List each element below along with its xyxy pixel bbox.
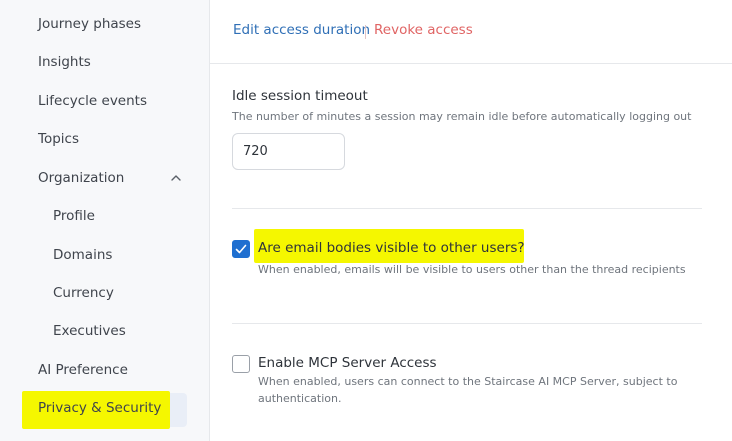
section-divider [232, 323, 702, 324]
settings-sidebar: Journey phases Insights Lifecycle events… [0, 0, 210, 441]
sidebar-item-topics[interactable]: Topics [38, 131, 79, 147]
sidebar-item-executives[interactable]: Executives [53, 323, 126, 339]
sidebar-item-domains[interactable]: Domains [53, 247, 112, 263]
section-divider [232, 208, 702, 209]
mcp-access-description-line: When enabled, users can connect to the S… [258, 375, 678, 388]
sidebar-item-profile[interactable]: Profile [53, 208, 95, 224]
sidebar-item-organization[interactable]: Organization [38, 170, 124, 186]
link-separator [365, 25, 366, 39]
email-visibility-description: When enabled, emails will be visible to … [258, 263, 686, 276]
email-visibility-checkbox[interactable] [232, 240, 250, 258]
email-visibility-label: Are email bodies visible to other users? [258, 240, 525, 256]
settings-main: Edit access duration Revoke access Idle … [210, 0, 732, 441]
sidebar-item-journey-phases[interactable]: Journey phases [38, 16, 141, 32]
sidebar-item-currency[interactable]: Currency [53, 285, 114, 301]
sidebar-item-insights[interactable]: Insights [38, 54, 91, 70]
sidebar-item-lifecycle-events[interactable]: Lifecycle events [38, 93, 147, 109]
checkmark-icon [235, 244, 247, 254]
edit-access-duration-link[interactable]: Edit access duration [233, 22, 370, 38]
idle-timeout-description: The number of minutes a session may rema… [232, 110, 692, 123]
sidebar-item-ai-preference[interactable]: AI Preference [38, 362, 128, 378]
idle-timeout-input[interactable] [232, 133, 345, 170]
mcp-access-checkbox[interactable] [232, 355, 250, 373]
idle-timeout-title: Idle session timeout [232, 88, 368, 104]
mcp-access-description-line: authentication. [258, 392, 342, 405]
chevron-up-icon[interactable] [170, 172, 182, 184]
mcp-access-description: When enabled, users can connect to the S… [258, 373, 677, 407]
revoke-access-link[interactable]: Revoke access [374, 22, 473, 38]
section-divider [210, 63, 732, 64]
mcp-access-label: Enable MCP Server Access [258, 355, 437, 371]
sidebar-item-privacy-security[interactable]: Privacy & Security [38, 400, 161, 416]
